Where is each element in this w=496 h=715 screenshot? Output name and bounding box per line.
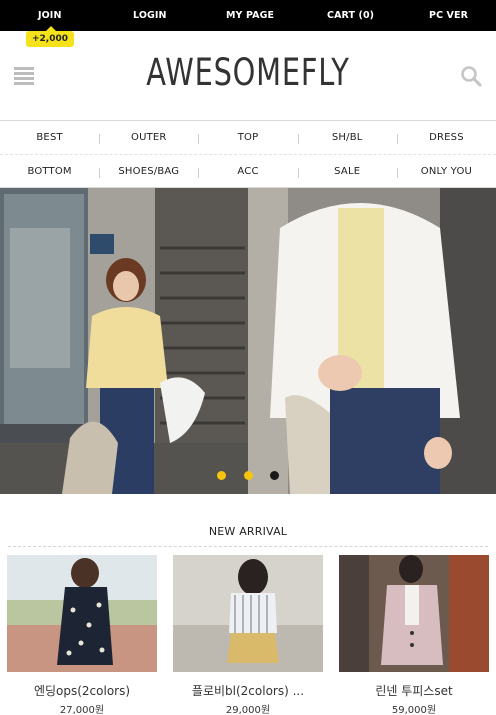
top-nav-bar: JOIN LOGIN MY PAGE CART (0) PC VER bbox=[0, 0, 496, 31]
pc-version-link[interactable]: PC VER bbox=[429, 0, 468, 31]
search-icon[interactable] bbox=[460, 65, 482, 87]
menu-acc[interactable]: ACC bbox=[198, 166, 297, 178]
cart-link[interactable]: CART (0) bbox=[327, 0, 374, 31]
product-price: 29,000원 bbox=[225, 705, 271, 715]
product-card[interactable]: 린넨 투피스set 59,000원 bbox=[339, 555, 489, 715]
menu-shoes-bag[interactable]: SHOES/BAG bbox=[99, 166, 198, 178]
product-card[interactable]: 플로비bl(2colors) ... 29,000원 bbox=[173, 555, 323, 715]
menu-bottom[interactable]: BOTTOM bbox=[0, 166, 99, 177]
menu-outer[interactable]: OUTER bbox=[99, 132, 198, 144]
menu-sale[interactable]: SALE bbox=[297, 166, 397, 178]
site-header: AWESOMEFLY bbox=[0, 31, 496, 120]
product-name[interactable]: 엔딩ops(2colors) bbox=[7, 682, 157, 699]
product-card[interactable]: 엔딩ops(2colors) 27,000원 bbox=[7, 555, 157, 715]
menu-top[interactable]: TOP bbox=[198, 132, 297, 144]
category-row: BEST OUTER TOP SH/BL DRESS bbox=[0, 121, 496, 154]
section-divider bbox=[8, 546, 488, 547]
slide-dot-2[interactable] bbox=[243, 471, 253, 480]
product-image[interactable] bbox=[173, 555, 323, 672]
menu-best[interactable]: BEST bbox=[0, 132, 99, 143]
menu-only-you[interactable]: ONLY YOU bbox=[396, 166, 496, 178]
my-page-link[interactable]: MY PAGE bbox=[226, 0, 274, 31]
slide-dot-1[interactable] bbox=[217, 471, 227, 480]
menu-dress[interactable]: DRESS bbox=[396, 132, 496, 144]
slide-dot-3-active[interactable] bbox=[269, 471, 279, 480]
site-logo[interactable]: AWESOMEFLY bbox=[55, 51, 442, 94]
menu-sh-bl[interactable]: SH/BL bbox=[297, 132, 397, 144]
category-row: BOTTOM SHOES/BAG ACC SALE ONLY YOU bbox=[0, 154, 496, 187]
product-price: 27,000원 bbox=[59, 705, 105, 715]
product-image[interactable] bbox=[7, 555, 157, 672]
product-price: 59,000원 bbox=[391, 705, 437, 715]
login-link[interactable]: LOGIN bbox=[133, 0, 167, 31]
category-menu: BEST OUTER TOP SH/BL DRESS BOTTOM SHOES/… bbox=[0, 120, 496, 188]
product-image[interactable] bbox=[339, 555, 489, 672]
new-arrival-title: NEW ARRIVAL bbox=[208, 525, 288, 538]
main-banner[interactable] bbox=[0, 188, 496, 494]
banner-photo bbox=[0, 188, 496, 494]
hamburger-icon[interactable] bbox=[14, 67, 34, 85]
product-name[interactable]: 플로비bl(2colors) ... bbox=[173, 682, 323, 699]
product-name[interactable]: 린넨 투피스set bbox=[339, 682, 489, 699]
slide-indicators bbox=[0, 465, 496, 484]
